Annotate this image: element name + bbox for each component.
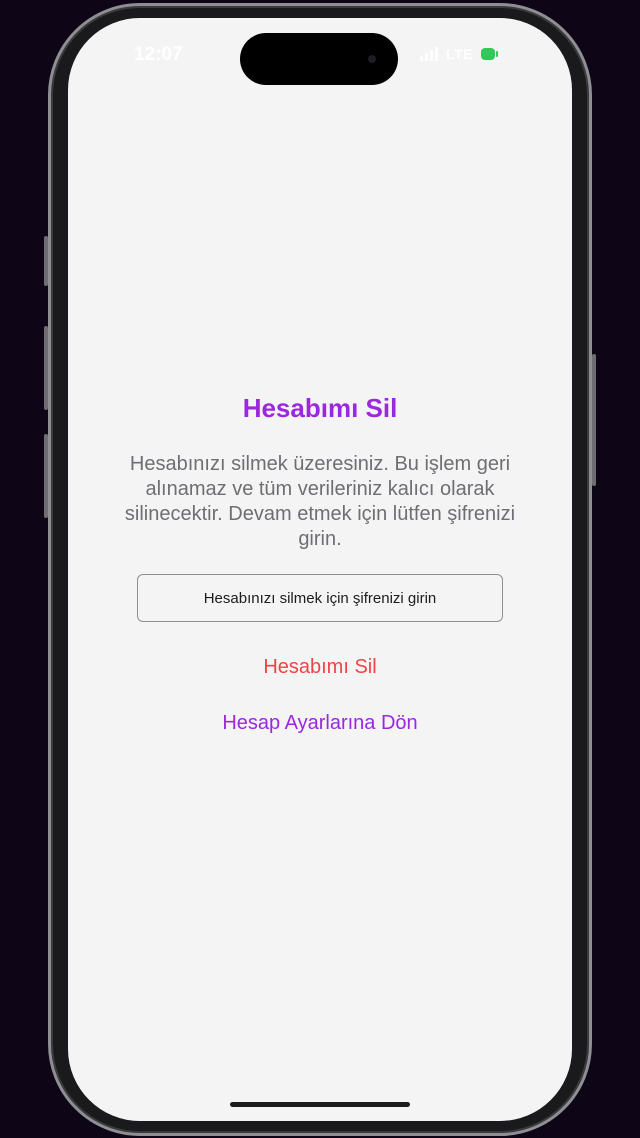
status-time: 12:07 [134, 44, 183, 65]
back-to-settings-button[interactable]: Hesap Ayarlarına Dön [222, 712, 417, 735]
front-camera-icon [368, 55, 376, 63]
action-button [44, 236, 48, 286]
delete-account-button[interactable]: Hesabımı Sil [263, 656, 376, 679]
network-type-label: LTE [446, 46, 473, 62]
home-indicator[interactable] [230, 1102, 410, 1107]
battery-charging-icon [480, 48, 498, 60]
status-bar: 12:07 LTE [68, 18, 572, 88]
status-indicators: LTE [420, 46, 498, 62]
phone-screen: 12:07 LTE Hesabımı Sil Hesabınızı silmek… [68, 18, 572, 1121]
power-button [592, 354, 596, 486]
password-field[interactable] [137, 574, 503, 622]
delete-account-panel: Hesabımı Sil Hesabınızı silmek üzeresini… [68, 393, 572, 735]
volume-down-button [44, 434, 48, 518]
signal-bars-icon [420, 47, 438, 61]
warning-description: Hesabınızı silmek üzeresiniz. Bu işlem g… [124, 453, 516, 550]
page-title: Hesabımı Sil [242, 393, 398, 423]
volume-up-button [44, 326, 48, 410]
dynamic-island [240, 33, 398, 85]
